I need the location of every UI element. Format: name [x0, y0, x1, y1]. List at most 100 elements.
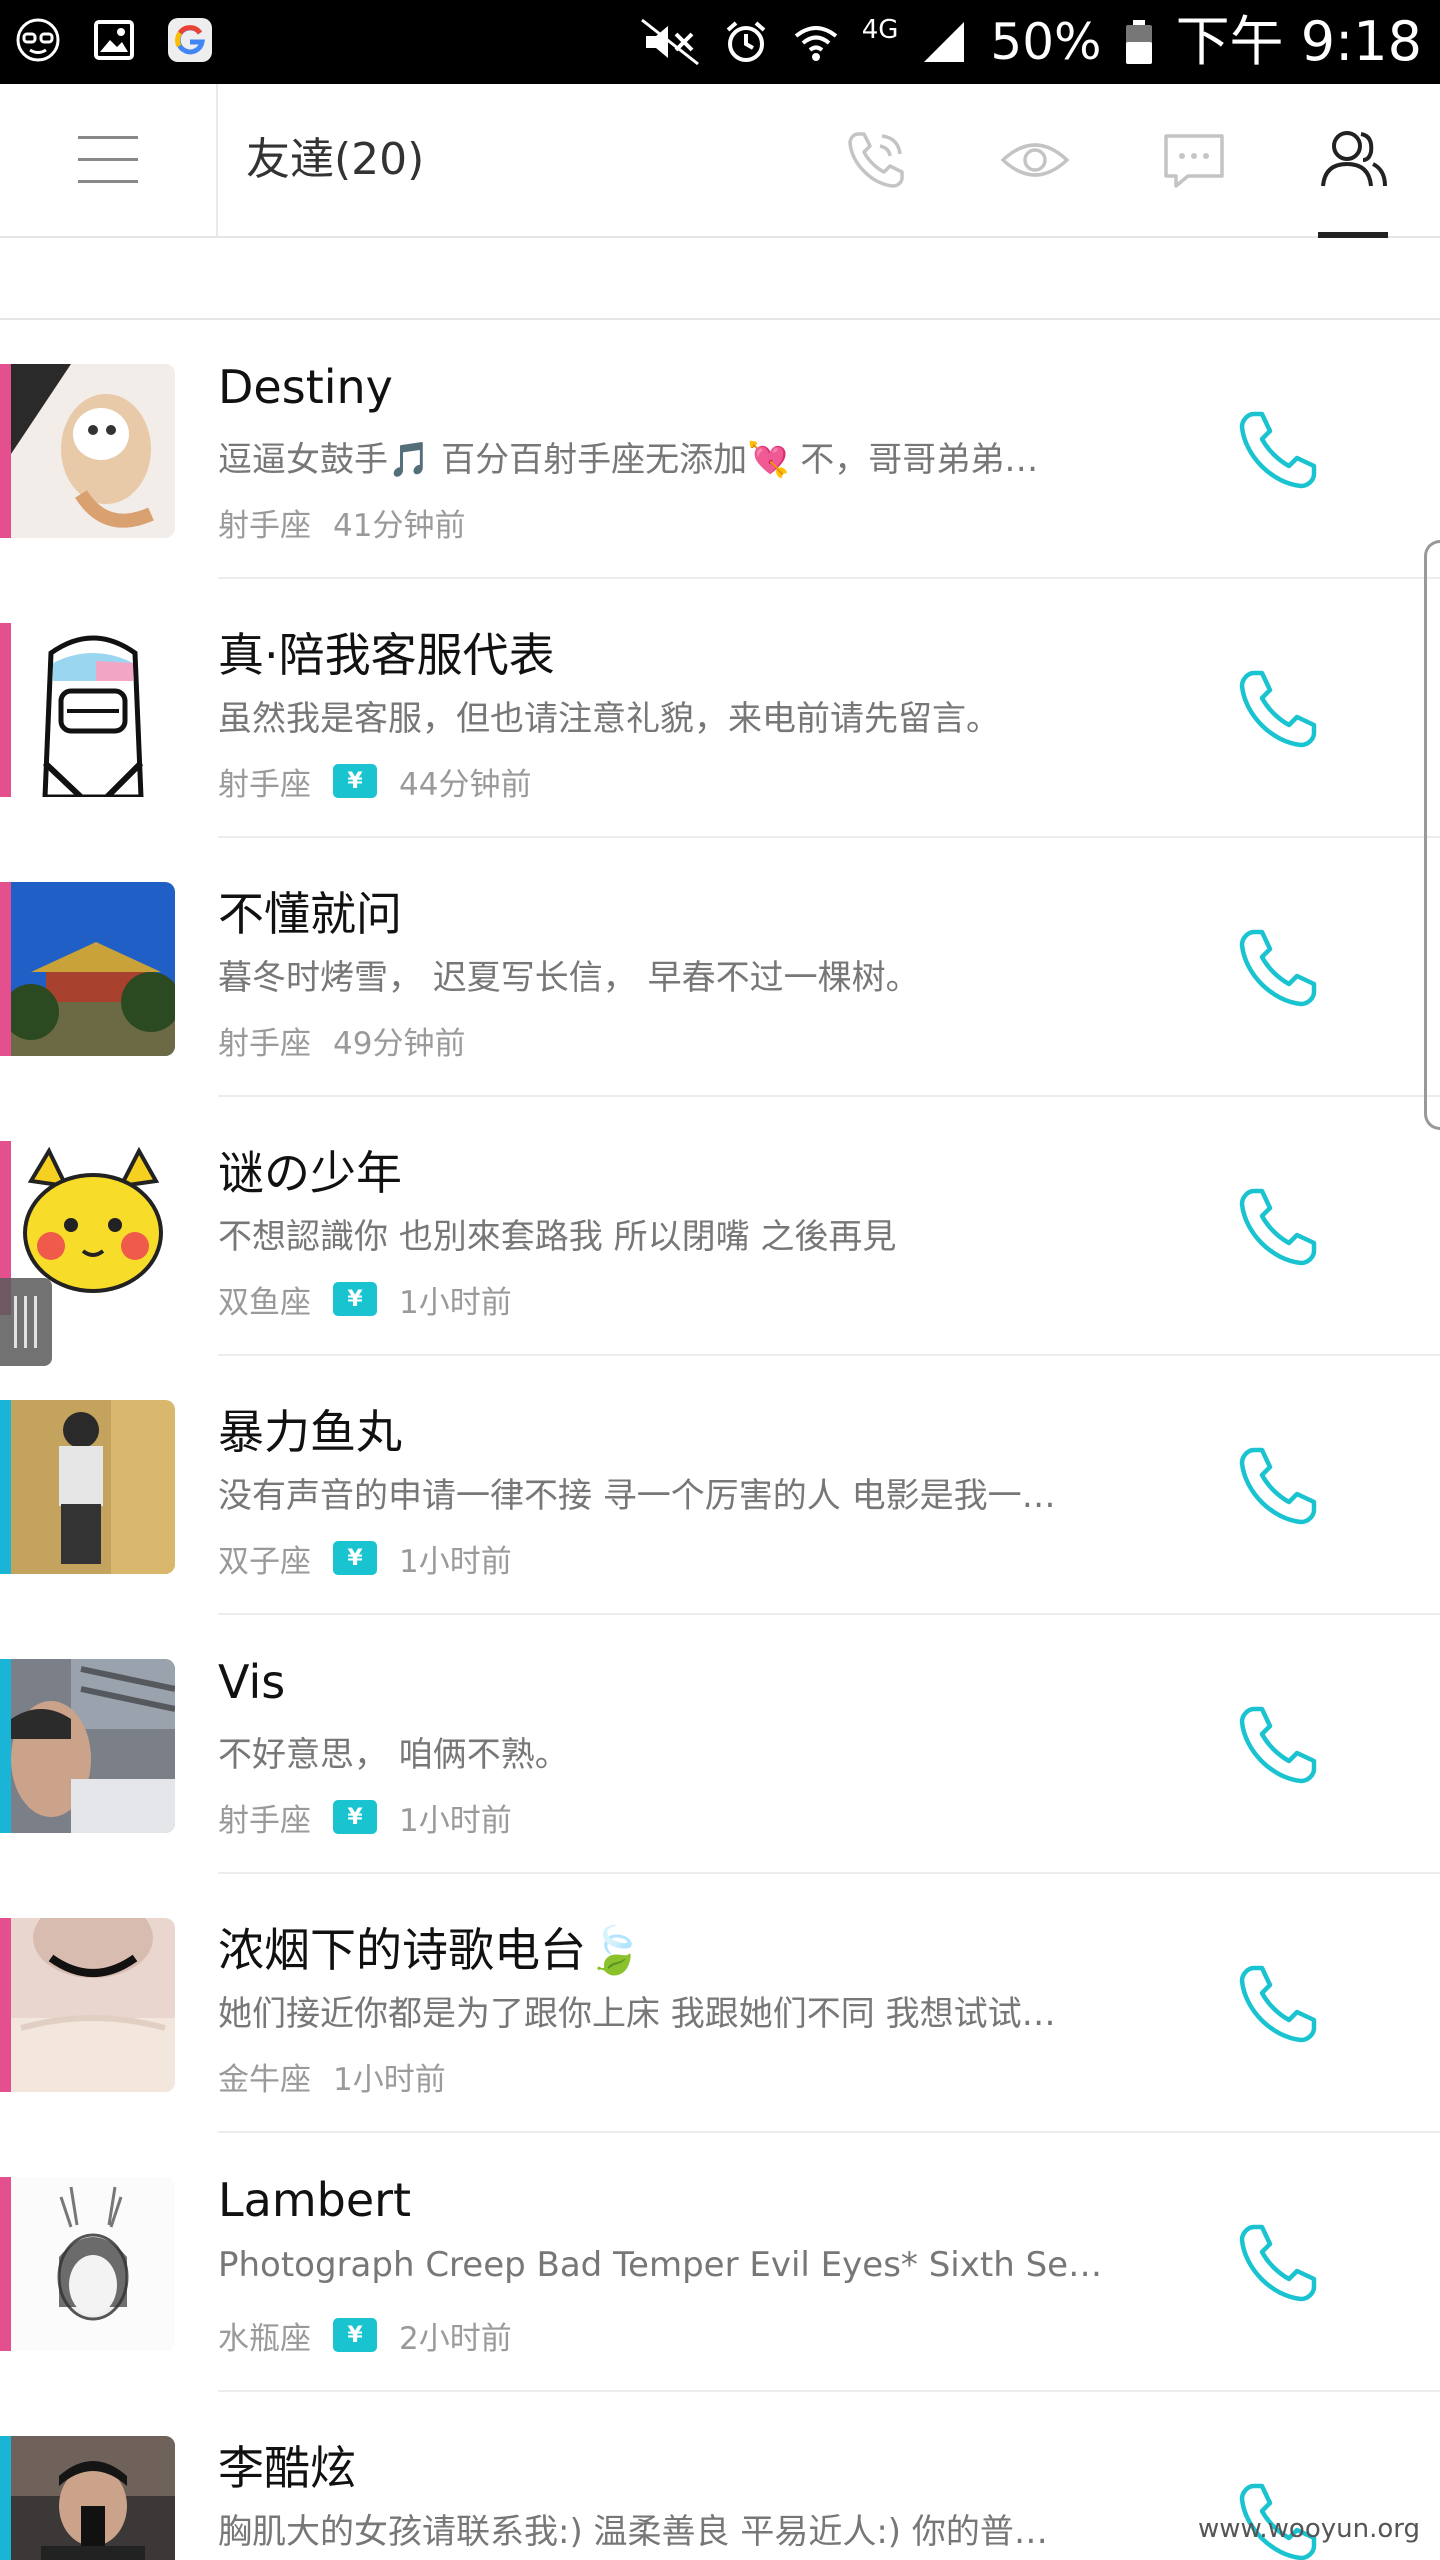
message-tab-icon[interactable] — [1158, 124, 1230, 196]
network-type: 4G — [861, 15, 899, 45]
friend-name: Vis — [218, 1655, 286, 1709]
friend-bio: 不想認識你 也別來套路我 所以閉嘴 之後再見 — [218, 1217, 897, 1257]
friend-list-item[interactable]: Vis 不好意思， 咱俩不熟。 射手座 ¥1小时前 — [0, 1615, 1440, 1874]
friend-list-item[interactable]: Destiny 逗逼女鼓手🎵 百分百射手座无添加💘 不，哥哥弟弟… 射手座 41分钟前 — [0, 320, 1440, 579]
friend-bio: Photograph Creep Bad Temper Evil Eyes* S… — [218, 2245, 1103, 2285]
eye-tab-icon[interactable] — [999, 124, 1071, 196]
friend-bio: 不好意思， 咱俩不熟。 — [218, 1735, 569, 1775]
battery-icon — [1125, 20, 1152, 64]
avatar[interactable] — [11, 1659, 175, 1833]
friend-list-item[interactable]: 不懂就问暮冬时烤雪， 迟夏写长信， 早春不过一棵树。 射手座 49分钟前 — [0, 838, 1440, 1097]
friend-bio: 逗逼女鼓手🎵 百分百射手座无添加💘 不，哥哥弟弟… — [218, 440, 1039, 480]
call-button-phone-icon[interactable] — [1230, 920, 1326, 1016]
call-button-phone-icon[interactable] — [1230, 661, 1326, 757]
friend-bio: 暮冬时烤雪， 迟夏写长信， 早春不过一棵树。 — [218, 958, 920, 998]
avatar[interactable] — [11, 623, 175, 797]
friend-list-item[interactable]: 谜の少年不想認識你 也別來套路我 所以閉嘴 之後再見 双鱼座 ¥1小时前 — [0, 1097, 1440, 1356]
gender-indicator-bar — [0, 1918, 11, 2092]
last-active-time: 1小时前 — [333, 2061, 446, 2098]
gender-indicator-bar — [0, 623, 11, 797]
last-active-time: 44分钟前 — [399, 766, 532, 803]
gender-indicator-bar — [0, 2436, 11, 2560]
mute-icon — [640, 18, 699, 66]
call-button-phone-icon[interactable] — [1230, 1697, 1326, 1793]
friend-bio: 没有声音的申请一律不接 寻一个厉害的人 电影是我一… — [218, 1476, 1056, 1516]
watermark: www.wooyun.org — [1197, 2514, 1420, 2544]
app-bar: 友達(20) — [0, 84, 1440, 238]
edge-panel-handle[interactable] — [1424, 540, 1440, 1130]
gender-indicator-bar — [0, 2177, 11, 2351]
last-active-time: 1小时前 — [399, 1543, 512, 1580]
gender-indicator-bar — [0, 364, 11, 538]
last-active-time: 1小时前 — [399, 1802, 512, 1839]
zodiac-sign: 射手座 — [218, 766, 311, 803]
avatar[interactable] — [11, 364, 175, 538]
friend-name: 不懂就问 — [218, 887, 402, 941]
zodiac-sign: 双子座 — [218, 1543, 311, 1580]
friend-bio: 胸肌大的女孩请联系我:) 温柔善良 平易近人:) 你的普… — [218, 2512, 1048, 2552]
alarm-icon — [726, 21, 766, 62]
hamburger-icon — [78, 136, 138, 183]
friend-name: 暴力鱼丸 — [218, 1405, 402, 1459]
friend-name: Lambert — [218, 2173, 412, 2227]
google-app-icon — [168, 18, 212, 62]
friend-meta: 射手座 ¥44分钟前 — [218, 759, 531, 803]
vip-badge-icon: ¥ — [333, 764, 377, 798]
battery-percent: 50% — [990, 13, 1102, 71]
zodiac-sign: 双鱼座 — [218, 1284, 311, 1321]
zodiac-sign: 射手座 — [218, 1025, 311, 1062]
friend-name: 浓烟下的诗歌电台🍃 — [218, 1923, 644, 1977]
clock: 下午 9:18 — [1175, 10, 1422, 73]
friend-name: 真·陪我客服代表 — [218, 628, 555, 682]
friend-bio: 虽然我是客服，但也请注意礼貌，来电前请先留言。 — [218, 699, 1000, 739]
gender-indicator-bar — [0, 1659, 11, 1833]
sub-header-bar — [0, 238, 1440, 320]
incognito-icon — [16, 18, 60, 62]
friend-list-item[interactable]: Lambert Photograph Creep Bad Temper Evil… — [0, 2133, 1440, 2392]
friend-list-item[interactable]: 暴力鱼丸没有声音的申请一律不接 寻一个厉害的人 电影是我一… 双子座 ¥1小时前 — [0, 1356, 1440, 1615]
vip-badge-icon: ¥ — [333, 2318, 377, 2352]
zodiac-sign: 射手座 — [218, 507, 311, 544]
avatar[interactable] — [11, 1400, 175, 1574]
friend-meta: 射手座 41分钟前 — [218, 500, 465, 544]
avatar[interactable] — [11, 882, 175, 1056]
friend-list: Destiny 逗逼女鼓手🎵 百分百射手座无添加💘 不，哥哥弟弟… 射手座 41分钟前… — [0, 320, 1440, 2560]
avatar[interactable] — [11, 2436, 175, 2560]
friend-list-item[interactable]: 真·陪我客服代表虽然我是客服，但也请注意礼貌，来电前请先留言。 射手座 ¥44分钟前 — [0, 579, 1440, 838]
friend-meta: 射手座 ¥1小时前 — [218, 1795, 512, 1839]
phone-tab-icon[interactable] — [840, 124, 912, 196]
avatar[interactable] — [11, 1918, 175, 2092]
page-title: 友達(20) — [246, 134, 425, 185]
vip-badge-icon: ¥ — [333, 1800, 377, 1834]
friend-name: 李酷炫 — [218, 2441, 356, 2495]
zodiac-sign: 金牛座 — [218, 2061, 311, 2098]
avatar[interactable] — [11, 2177, 175, 2351]
friends-tab-icon[interactable] — [1317, 124, 1389, 196]
call-button-phone-icon[interactable] — [1230, 402, 1326, 498]
friend-meta: 双子座 ¥1小时前 — [218, 1536, 512, 1580]
gallery-icon — [94, 20, 134, 60]
friend-meta: 射手座 49分钟前 — [218, 1018, 465, 1062]
last-active-time: 1小时前 — [399, 1284, 512, 1321]
zodiac-sign: 水瓶座 — [218, 2320, 311, 2357]
vip-badge-icon: ¥ — [333, 1282, 377, 1316]
last-active-time: 49分钟前 — [333, 1025, 466, 1062]
menu-button[interactable] — [0, 84, 218, 236]
friend-meta: 双鱼座 ¥1小时前 — [218, 1277, 512, 1321]
friend-bio: 她们接近你都是为了跟你上床 我跟她们不同 我想试试… — [218, 1994, 1056, 2034]
call-button-phone-icon[interactable] — [1230, 2215, 1326, 2311]
last-active-time: 2小时前 — [399, 2320, 512, 2357]
floating-side-handle[interactable] — [0, 1278, 52, 1366]
zodiac-sign: 射手座 — [218, 1802, 311, 1839]
friend-name: Destiny — [218, 360, 393, 414]
call-button-phone-icon[interactable] — [1230, 1438, 1326, 1534]
friend-meta: 金牛座 1小时前 — [218, 2054, 446, 2098]
gender-indicator-bar — [0, 882, 11, 1056]
friend-list-item[interactable]: 浓烟下的诗歌电台🍃 她们接近你都是为了跟你上床 我跟她们不同 我想试试… 金牛座 1小… — [0, 1874, 1440, 2133]
call-button-phone-icon[interactable] — [1230, 1179, 1326, 1275]
vip-badge-icon: ¥ — [333, 1541, 377, 1575]
status-bar: 4G 50% 下午 9:18 — [0, 0, 1440, 84]
call-button-phone-icon[interactable] — [1230, 1956, 1326, 2052]
friend-name: 谜の少年 — [218, 1146, 402, 1200]
friend-meta: 水瓶座 ¥2小时前 — [218, 2313, 512, 2357]
